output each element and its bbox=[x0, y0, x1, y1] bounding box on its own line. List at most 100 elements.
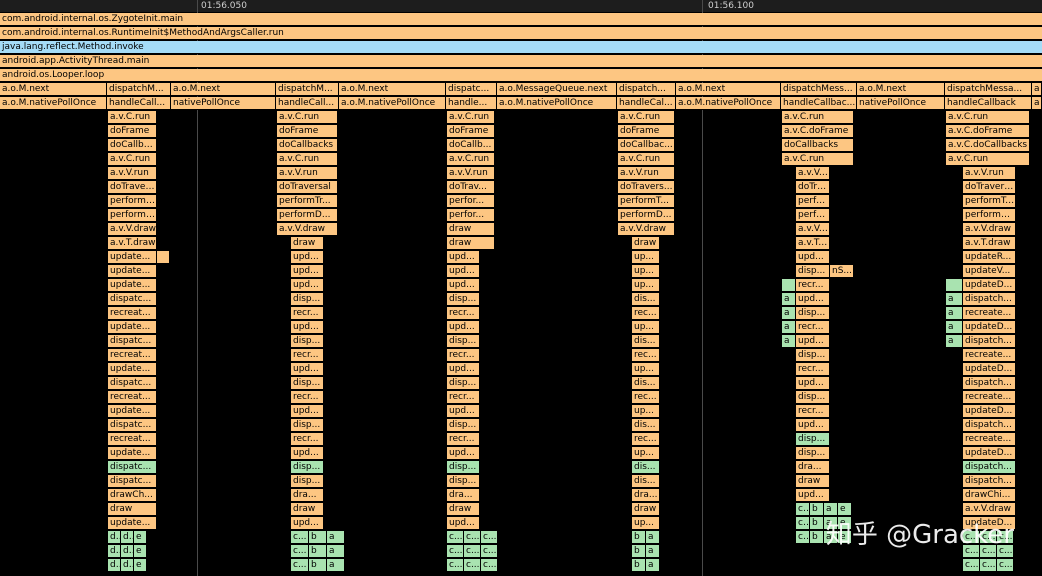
stack-frame[interactable]: c... bbox=[447, 545, 464, 558]
stack-frame[interactable]: e bbox=[134, 545, 147, 558]
stack-frame[interactable]: a.v.V.run bbox=[618, 167, 675, 180]
stack-frame[interactable]: a.o.M.nativePollOnce bbox=[676, 97, 781, 110]
stack-frame[interactable]: a.v.V.draw bbox=[963, 223, 1016, 236]
stack-frame[interactable]: performD... bbox=[618, 209, 675, 222]
stack-frame[interactable]: recr... bbox=[796, 405, 830, 418]
stack-frame[interactable]: dispatchM... bbox=[107, 83, 171, 96]
stack-frame[interactable]: upd... bbox=[291, 251, 324, 264]
stack-frame[interactable]: a.v.C.run bbox=[277, 111, 338, 124]
stack-frame[interactable]: performDr... bbox=[108, 209, 157, 222]
stack-frame[interactable]: doCallbac... bbox=[618, 139, 675, 152]
stack-frame[interactable]: drawChi... bbox=[963, 489, 1016, 502]
stack-frame[interactable]: nS... bbox=[830, 265, 854, 278]
stack-frame[interactable]: recr... bbox=[447, 349, 480, 362]
stack-frame[interactable]: a.v.C.doFrame bbox=[782, 125, 854, 138]
stack-frame[interactable]: disp... bbox=[447, 293, 480, 306]
stack-frame[interactable]: draw bbox=[447, 223, 495, 236]
stack-frame[interactable]: performD... bbox=[796, 209, 830, 222]
stack-frame[interactable]: upd... bbox=[796, 335, 830, 348]
stack-frame[interactable]: java.lang.reflect.Method.invoke bbox=[0, 41, 1042, 54]
stack-frame[interactable]: updateV... bbox=[963, 265, 1016, 278]
stack-frame[interactable]: a.v.V.run bbox=[277, 167, 338, 180]
stack-frame[interactable]: nativePollOnce bbox=[171, 97, 276, 110]
stack-frame[interactable]: dispatch... bbox=[617, 83, 676, 96]
stack-frame[interactable]: doFrame bbox=[447, 125, 495, 138]
stack-frame[interactable]: c... bbox=[291, 531, 309, 544]
stack-frame[interactable]: a.v.V.draw bbox=[108, 223, 157, 236]
stack-frame[interactable]: dispatch... bbox=[963, 419, 1016, 432]
stack-frame[interactable]: rec... bbox=[632, 391, 660, 404]
stack-frame[interactable]: disp... bbox=[796, 433, 830, 446]
stack-frame[interactable]: drawCh... bbox=[108, 489, 157, 502]
stack-frame[interactable]: a bbox=[1032, 97, 1042, 110]
stack-frame[interactable]: c... bbox=[291, 545, 309, 558]
stack-frame[interactable]: a.o.M.nativePollOnce bbox=[497, 97, 617, 110]
stack-frame[interactable]: a bbox=[646, 545, 660, 558]
stack-frame[interactable]: doCallbacks bbox=[277, 139, 338, 152]
stack-frame[interactable]: upd... bbox=[796, 377, 830, 390]
stack-frame[interactable]: recr... bbox=[796, 321, 830, 334]
stack-frame[interactable]: performT... bbox=[796, 195, 830, 208]
stack-frame[interactable] bbox=[946, 279, 963, 292]
stack-frame[interactable]: draw bbox=[796, 475, 830, 488]
stack-frame[interactable]: upd... bbox=[447, 251, 480, 264]
stack-frame[interactable]: a bbox=[946, 335, 963, 348]
stack-frame[interactable]: a bbox=[327, 545, 345, 558]
stack-frame[interactable]: c... bbox=[796, 531, 810, 544]
stack-frame[interactable]: handleCal... bbox=[617, 97, 676, 110]
stack-frame[interactable]: a.o.M.next bbox=[171, 83, 276, 96]
stack-frame[interactable]: recreate... bbox=[963, 433, 1016, 446]
stack-frame[interactable]: recreate... bbox=[963, 349, 1016, 362]
stack-frame[interactable]: dis... bbox=[632, 419, 660, 432]
stack-frame[interactable]: rec... bbox=[632, 433, 660, 446]
stack-frame[interactable]: draw bbox=[447, 503, 480, 516]
stack-frame[interactable]: disp... bbox=[796, 307, 830, 320]
stack-frame[interactable]: disp... bbox=[796, 391, 830, 404]
stack-frame[interactable]: dispatc... bbox=[446, 83, 497, 96]
stack-frame[interactable]: dispatch... bbox=[963, 335, 1016, 348]
stack-frame[interactable]: updateD... bbox=[963, 279, 1016, 292]
stack-frame[interactable]: a.v.C.run bbox=[277, 153, 338, 166]
stack-frame[interactable]: updateR... bbox=[963, 251, 1016, 264]
stack-frame[interactable]: b bbox=[632, 531, 646, 544]
stack-frame[interactable]: a.v.C.run bbox=[108, 153, 157, 166]
stack-frame[interactable]: perfor... bbox=[447, 209, 495, 222]
stack-frame[interactable]: a bbox=[1032, 83, 1042, 96]
stack-frame[interactable]: com.android.internal.os.RuntimeInit$Meth… bbox=[0, 27, 1042, 40]
stack-frame[interactable]: draw bbox=[291, 503, 324, 516]
stack-frame[interactable]: c... bbox=[796, 517, 810, 530]
stack-frame[interactable]: disp... bbox=[291, 419, 324, 432]
stack-frame[interactable]: c... bbox=[481, 531, 498, 544]
stack-frame[interactable]: a.o.M.next bbox=[676, 83, 781, 96]
stack-frame[interactable]: upd... bbox=[291, 517, 324, 530]
flame-graph-viewport[interactable]: 01:56.050 01:56.100 com.android.internal… bbox=[0, 0, 1042, 576]
stack-frame[interactable]: a.v.T.draw bbox=[963, 237, 1016, 250]
stack-frame[interactable] bbox=[157, 251, 170, 264]
stack-frame[interactable]: a.v.V.draw bbox=[618, 223, 675, 236]
stack-frame[interactable]: upd... bbox=[796, 489, 830, 502]
stack-frame[interactable]: up... bbox=[632, 321, 660, 334]
stack-frame[interactable]: upd... bbox=[447, 265, 480, 278]
stack-frame[interactable]: dispatch... bbox=[963, 461, 1016, 474]
stack-frame[interactable]: a.o.M.nativePollOnce bbox=[339, 97, 446, 110]
stack-frame[interactable]: doTravers... bbox=[618, 181, 675, 194]
stack-frame[interactable]: a bbox=[327, 531, 345, 544]
stack-frame[interactable]: c... bbox=[464, 559, 481, 572]
stack-frame[interactable]: a.v.C.run bbox=[782, 153, 854, 166]
stack-frame[interactable]: dispatchM... bbox=[276, 83, 339, 96]
stack-frame[interactable]: dispatc... bbox=[108, 293, 157, 306]
stack-frame[interactable]: a.v.V.run bbox=[447, 167, 495, 180]
stack-frame[interactable]: a bbox=[646, 531, 660, 544]
stack-frame[interactable]: rec... bbox=[632, 307, 660, 320]
stack-frame[interactable]: disp... bbox=[291, 335, 324, 348]
stack-frame[interactable]: doFrame bbox=[277, 125, 338, 138]
stack-frame[interactable]: upd... bbox=[447, 321, 480, 334]
stack-frame[interactable]: update... bbox=[108, 265, 157, 278]
stack-frame[interactable]: upd... bbox=[447, 405, 480, 418]
stack-frame[interactable]: d... bbox=[121, 559, 134, 572]
stack-frame[interactable]: dra... bbox=[291, 489, 324, 502]
stack-frame[interactable]: recr... bbox=[796, 279, 830, 292]
stack-frame[interactable]: upd... bbox=[291, 405, 324, 418]
stack-frame[interactable]: recreate... bbox=[963, 391, 1016, 404]
stack-frame[interactable]: a.v.C.run bbox=[108, 111, 157, 124]
